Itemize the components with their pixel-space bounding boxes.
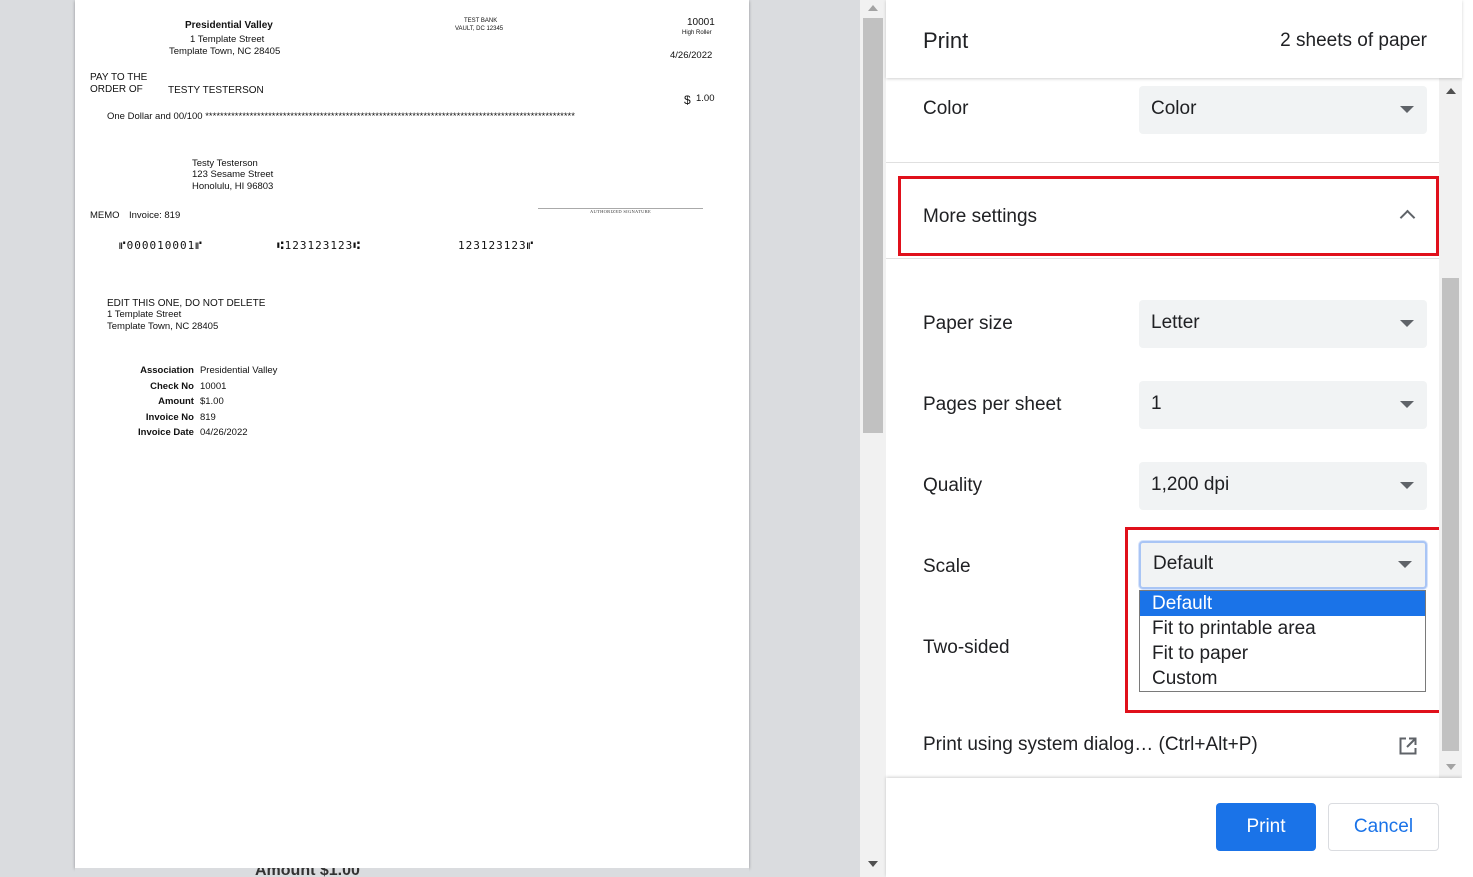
stub-address-line1: EDIT THIS ONE, DO NOT DELETE xyxy=(107,298,266,309)
details-value: 10001 xyxy=(199,380,227,392)
chevron-down-icon xyxy=(1400,320,1414,327)
details-value: 819 xyxy=(199,411,216,423)
scroll-down-arrow-icon[interactable] xyxy=(1446,764,1456,770)
preview-page: Presidential Valley 1 Template Street Te… xyxy=(75,0,749,868)
two-sided-label: Two-sided xyxy=(923,637,1010,658)
payee-name: TESTY TESTERSON xyxy=(168,85,264,96)
details-key: Amount xyxy=(158,396,194,408)
chevron-down-icon xyxy=(1400,401,1414,408)
micr-check-number: ⑈000010001⑈ xyxy=(119,239,203,252)
scale-option-fit-printable-area[interactable]: Fit to printable area xyxy=(1140,616,1425,641)
check-date: 4/26/2022 xyxy=(670,50,713,61)
print-preview-area: Presidential Valley 1 Template Street Te… xyxy=(0,0,860,877)
quality-label: Quality xyxy=(923,475,983,496)
pages-per-sheet-value: 1 xyxy=(1151,393,1162,414)
payer-address-line1: 1 Template Street xyxy=(190,34,265,45)
details-row: Amount $1.00 xyxy=(135,394,280,410)
details-row: Association Presidential Valley xyxy=(135,363,280,379)
memo-label: MEMO xyxy=(90,210,120,221)
scale-label: Scale xyxy=(923,556,971,577)
pay-to-label-line1: PAY TO THE xyxy=(90,72,148,83)
recipient-address-line1: 123 Sesame Street xyxy=(192,169,274,180)
scale-dropdown-list[interactable]: Default Fit to printable area Fit to pap… xyxy=(1139,590,1426,692)
check-amount: 1.00 xyxy=(696,93,715,104)
stub-address-line3: Template Town, NC 28405 xyxy=(107,321,219,332)
bank-name: TEST BANK xyxy=(464,18,498,24)
details-value: Presidential Valley xyxy=(199,365,278,377)
divider xyxy=(886,162,1439,163)
sidebar-footer: Print Cancel xyxy=(886,778,1462,877)
next-page-gap xyxy=(75,868,749,877)
recipient-name: Testy Testerson xyxy=(192,158,258,169)
sidebar-header: Print 2 sheets of paper xyxy=(886,0,1462,78)
check-tag: High Roller xyxy=(682,30,712,36)
preview-scrollbar[interactable] xyxy=(860,0,886,877)
scroll-up-arrow-icon[interactable] xyxy=(868,5,878,11)
sheet-count: 2 sheets of paper xyxy=(1280,30,1427,51)
more-settings-highlight xyxy=(898,176,1439,256)
details-row: Invoice No 819 xyxy=(135,410,280,426)
window-edge xyxy=(1462,0,1473,877)
memo-value: Invoice: 819 xyxy=(129,210,181,221)
currency-symbol: $ xyxy=(684,93,691,107)
signature-label: AUTHORIZED SIGNATURE xyxy=(589,209,652,214)
scroll-down-arrow-icon[interactable] xyxy=(868,861,878,867)
settings-scrollbar[interactable] xyxy=(1439,78,1462,778)
details-key: Association xyxy=(140,365,194,377)
payer-name: Presidential Valley xyxy=(185,20,273,31)
paper-size-value: Letter xyxy=(1151,312,1200,333)
pay-to-label-line2: ORDER OF xyxy=(90,84,143,95)
amount-in-words: One Dollar and 00/100 ******************… xyxy=(107,111,575,122)
payer-address-line2: Template Town, NC 28405 xyxy=(169,46,281,57)
details-key: Check No xyxy=(150,380,194,392)
quality-value: 1,200 dpi xyxy=(1151,474,1230,495)
chevron-down-icon xyxy=(1400,482,1414,489)
paper-size-label: Paper size xyxy=(923,313,1013,334)
settings-scroll-thumb[interactable] xyxy=(1442,278,1459,751)
scale-option-fit-to-paper[interactable]: Fit to paper xyxy=(1140,641,1425,666)
print-settings-sidebar: Print 2 sheets of paper Color Color More… xyxy=(886,0,1473,877)
scale-option-default[interactable]: Default xyxy=(1140,591,1425,616)
details-row: Check No 10001 xyxy=(135,379,280,395)
micr-routing-number: ⑆123123123⑆ xyxy=(277,239,361,252)
system-dialog-link[interactable]: Print using system dialog… (Ctrl+Alt+P) xyxy=(923,734,1258,756)
details-value: $1.00 xyxy=(199,396,224,408)
color-select-value: Color xyxy=(1151,98,1197,119)
pages-per-sheet-label: Pages per sheet xyxy=(923,394,1062,415)
check-number: 10001 xyxy=(687,17,715,28)
stub-details-table: Association Presidential Valley Check No… xyxy=(135,363,280,441)
details-key: Invoice No xyxy=(145,411,194,423)
details-row: Invoice Date 04/26/2022 xyxy=(135,425,280,441)
details-value: 04/26/2022 xyxy=(199,427,248,439)
chevron-down-icon xyxy=(1400,106,1414,113)
color-select[interactable]: Color xyxy=(1139,86,1427,134)
preview-scroll-thumb[interactable] xyxy=(863,18,883,433)
paper-size-select[interactable]: Letter xyxy=(1139,300,1427,348)
recipient-address-line2: Honolulu, HI 96803 xyxy=(192,181,274,192)
micr-account-number: 123123123⑈ xyxy=(458,239,535,252)
open-external-icon[interactable] xyxy=(1399,737,1417,755)
details-key: Invoice Date xyxy=(138,427,194,439)
scale-option-custom[interactable]: Custom xyxy=(1140,666,1425,691)
bank-address: VAULT, DC 12345 xyxy=(455,26,504,32)
divider xyxy=(886,258,1439,259)
print-button[interactable]: Print xyxy=(1216,803,1316,851)
cancel-button[interactable]: Cancel xyxy=(1328,803,1439,851)
scroll-up-arrow-icon[interactable] xyxy=(1446,88,1456,94)
color-label: Color xyxy=(923,98,969,119)
pages-per-sheet-select[interactable]: 1 xyxy=(1139,381,1427,429)
stub-address-line2: 1 Template Street xyxy=(107,309,182,320)
quality-select[interactable]: 1,200 dpi xyxy=(1139,462,1427,510)
print-title: Print xyxy=(923,28,969,53)
settings-list: Color Color More settings Paper size Let… xyxy=(886,78,1439,778)
